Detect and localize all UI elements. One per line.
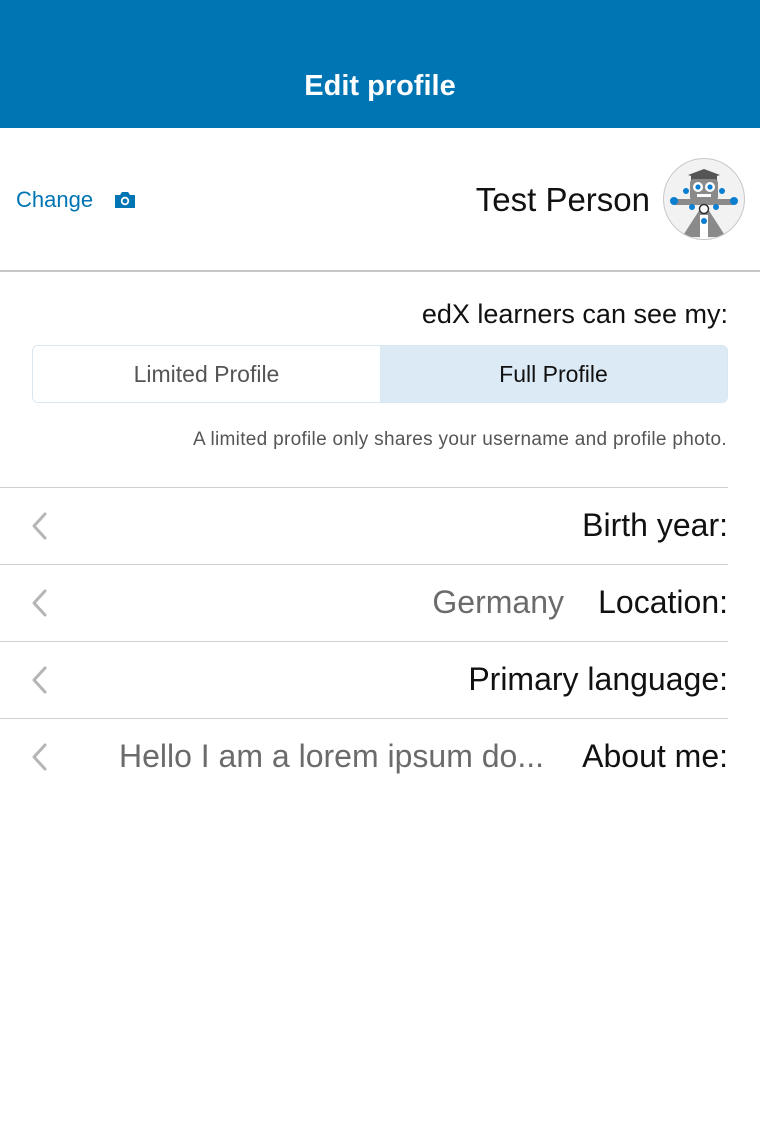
field-row-birth-year[interactable]: Birth year: — [0, 487, 728, 563]
row-divider — [0, 718, 728, 719]
chevron-left-icon — [30, 511, 50, 541]
visibility-label: edX learners can see my: — [421, 299, 728, 329]
location-label: Location: — [598, 584, 728, 620]
header-divider — [0, 270, 760, 272]
limited-profile-option[interactable]: Limited Profile — [33, 346, 380, 402]
row-divider — [0, 487, 728, 488]
location-value: Germany — [432, 584, 564, 620]
field-row-primary-language[interactable]: Primary language: — [0, 641, 728, 717]
profile-visibility-toggle: Limited Profile Full Profile — [32, 345, 728, 403]
field-row-about-me[interactable]: Hello I am a lorem ipsum do... About me: — [0, 718, 728, 794]
page-title: Edit profile — [304, 70, 456, 102]
change-photo-label: Change — [16, 187, 94, 212]
row-divider — [0, 564, 728, 565]
chevron-left-icon — [30, 742, 50, 772]
primary-language-label: Primary language: — [468, 661, 728, 697]
field-row-location[interactable]: Germany Location: — [0, 564, 728, 640]
profile-username: Test Person — [475, 181, 650, 218]
full-profile-option[interactable]: Full Profile — [380, 346, 727, 402]
about-me-value: Hello I am a lorem ipsum do... — [118, 738, 544, 774]
row-divider — [0, 641, 728, 642]
chevron-left-icon — [30, 665, 50, 695]
robot-avatar-icon[interactable] — [664, 159, 744, 239]
visibility-hint: A limited profile only shares your usern… — [193, 429, 727, 450]
chevron-left-icon — [30, 588, 50, 618]
nav-bar: Edit profile — [0, 0, 760, 128]
change-photo-button[interactable]: Change — [16, 184, 137, 216]
camera-icon[interactable] — [113, 190, 137, 210]
profile-header: Change Test Person — [0, 128, 760, 271]
about-me-label: About me: — [582, 738, 728, 774]
birth-year-label: Birth year: — [582, 507, 728, 543]
